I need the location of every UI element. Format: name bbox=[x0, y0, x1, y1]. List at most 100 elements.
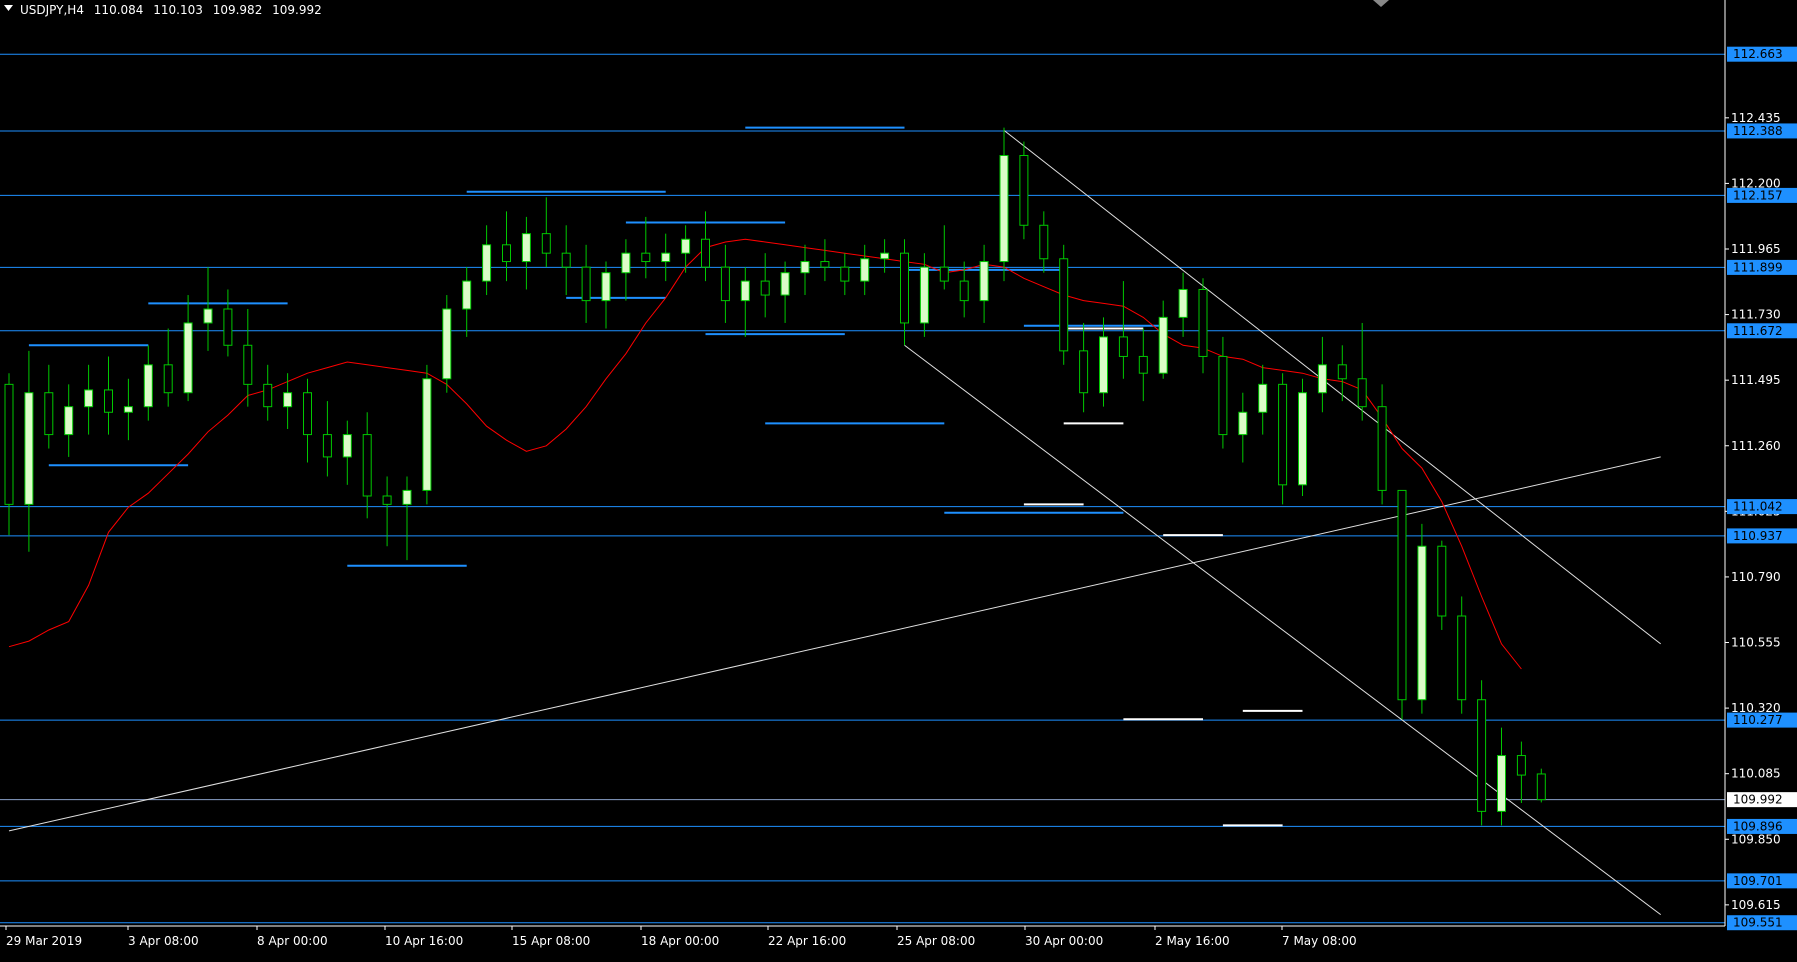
candle-body bbox=[482, 244, 492, 282]
candle-body bbox=[342, 434, 352, 458]
current-price-tag[interactable]: 109.992 bbox=[1727, 792, 1797, 808]
candle-body bbox=[402, 489, 412, 505]
candle-body bbox=[1536, 773, 1546, 801]
candle[interactable] bbox=[1477, 680, 1487, 826]
candle-body bbox=[1497, 755, 1506, 812]
candle-body bbox=[860, 258, 870, 282]
level-price-tag-text: 112.663 bbox=[1733, 47, 1783, 61]
price-tick-label: 112.435 bbox=[1731, 111, 1781, 125]
candle-body bbox=[641, 252, 651, 263]
level-price-tag-text: 109.896 bbox=[1733, 819, 1783, 833]
candle-body bbox=[681, 238, 691, 254]
level-price-tag-text: 111.899 bbox=[1733, 260, 1783, 274]
candle-body bbox=[1138, 355, 1148, 374]
candle-body bbox=[1397, 489, 1407, 701]
level-price-tag[interactable]: 111.899 bbox=[1727, 259, 1797, 275]
candle-body bbox=[303, 392, 312, 436]
candle-body bbox=[1337, 364, 1347, 380]
candle-body bbox=[1039, 224, 1049, 260]
candle-body bbox=[919, 266, 929, 324]
price-tick-label: 110.085 bbox=[1731, 767, 1781, 781]
candle-body bbox=[263, 383, 273, 408]
candle[interactable] bbox=[1536, 768, 1546, 803]
candle-body bbox=[561, 252, 571, 268]
level-price-tag[interactable]: 112.663 bbox=[1727, 46, 1797, 62]
candle-body bbox=[1477, 699, 1487, 812]
time-tick-label: 25 Apr 08:00 bbox=[897, 934, 975, 948]
level-price-tag[interactable]: 109.896 bbox=[1727, 818, 1797, 834]
candle-body bbox=[880, 252, 890, 260]
candle-body bbox=[1437, 545, 1447, 617]
price-tick-label: 111.260 bbox=[1731, 439, 1781, 453]
price-tick-label: 111.495 bbox=[1731, 373, 1781, 387]
candle[interactable] bbox=[1059, 244, 1069, 365]
level-price-tag[interactable]: 109.551 bbox=[1727, 915, 1797, 931]
candle-body bbox=[1238, 411, 1248, 436]
candle-body bbox=[4, 383, 14, 505]
ohlc-high: 110.103 bbox=[153, 3, 203, 17]
level-price-tag[interactable]: 110.277 bbox=[1727, 712, 1797, 728]
candle-body bbox=[581, 266, 591, 302]
candle-body bbox=[840, 266, 850, 282]
candle-body bbox=[143, 364, 153, 408]
ohlc-close: 109.992 bbox=[272, 3, 322, 17]
candle-body bbox=[999, 155, 1009, 263]
level-price-tag-text: 109.551 bbox=[1733, 916, 1783, 930]
level-price-tag[interactable]: 111.672 bbox=[1727, 323, 1797, 339]
time-tick-label: 7 May 08:00 bbox=[1282, 934, 1357, 948]
candle-body bbox=[601, 272, 611, 302]
candle[interactable] bbox=[1417, 523, 1427, 714]
symbol-timeframe: USDJPY,H4 bbox=[20, 3, 84, 17]
time-tick-label: 8 Apr 00:00 bbox=[257, 934, 328, 948]
candle-body bbox=[1457, 615, 1467, 701]
candle[interactable] bbox=[1298, 378, 1307, 496]
time-tick-label: 3 Apr 08:00 bbox=[128, 934, 199, 948]
candle-body bbox=[1377, 406, 1387, 491]
candle-body bbox=[900, 252, 909, 324]
level-price-tag[interactable]: 112.388 bbox=[1727, 123, 1797, 139]
level-price-tag-text: 110.937 bbox=[1733, 529, 1783, 543]
candle-body bbox=[740, 280, 750, 302]
candle-body bbox=[1118, 336, 1128, 357]
candle-body bbox=[1417, 545, 1427, 701]
candle-body bbox=[979, 261, 989, 302]
candle-body bbox=[283, 392, 293, 408]
candle-body bbox=[24, 392, 34, 505]
level-price-tag-text: 112.157 bbox=[1733, 188, 1783, 202]
time-tick-label: 10 Apr 16:00 bbox=[385, 934, 463, 948]
candle-body bbox=[720, 266, 730, 302]
price-tick-label: 109.615 bbox=[1731, 898, 1781, 912]
candle[interactable] bbox=[422, 364, 432, 505]
candle-body bbox=[1218, 355, 1228, 436]
candle-body bbox=[1258, 383, 1268, 413]
level-price-tag[interactable]: 111.042 bbox=[1727, 499, 1797, 515]
candle-body bbox=[621, 252, 631, 274]
candle[interactable] bbox=[1397, 489, 1407, 720]
candle[interactable] bbox=[1019, 141, 1029, 240]
price-tick-label: 111.730 bbox=[1731, 308, 1781, 322]
candle-body bbox=[1158, 316, 1168, 374]
candle-body bbox=[541, 233, 551, 254]
candle-body bbox=[1079, 350, 1089, 394]
candle[interactable] bbox=[442, 295, 452, 393]
candle-body bbox=[820, 261, 830, 268]
time-tick-label: 22 Apr 16:00 bbox=[768, 934, 846, 948]
price-chart[interactable]: 112.435112.200111.965111.730111.495111.2… bbox=[0, 0, 1797, 962]
candle-body bbox=[183, 322, 193, 394]
candle-body bbox=[84, 389, 94, 408]
candle-body bbox=[1178, 288, 1188, 318]
level-price-tag[interactable]: 109.701 bbox=[1727, 873, 1797, 889]
time-tick-label: 15 Apr 08:00 bbox=[512, 934, 590, 948]
level-price-tag[interactable]: 112.157 bbox=[1727, 187, 1797, 203]
level-price-tag[interactable]: 110.937 bbox=[1727, 528, 1797, 544]
candle-body bbox=[701, 238, 710, 268]
candle-body bbox=[442, 308, 452, 380]
price-tick-label: 110.790 bbox=[1731, 570, 1781, 584]
candle[interactable] bbox=[1278, 373, 1288, 505]
candle-body bbox=[203, 308, 213, 324]
candle-body bbox=[382, 495, 392, 505]
level-price-tag-text: 109.701 bbox=[1733, 874, 1783, 888]
candle-body bbox=[462, 280, 472, 310]
candle-body bbox=[44, 392, 54, 436]
time-tick-label: 30 Apr 00:00 bbox=[1025, 934, 1103, 948]
